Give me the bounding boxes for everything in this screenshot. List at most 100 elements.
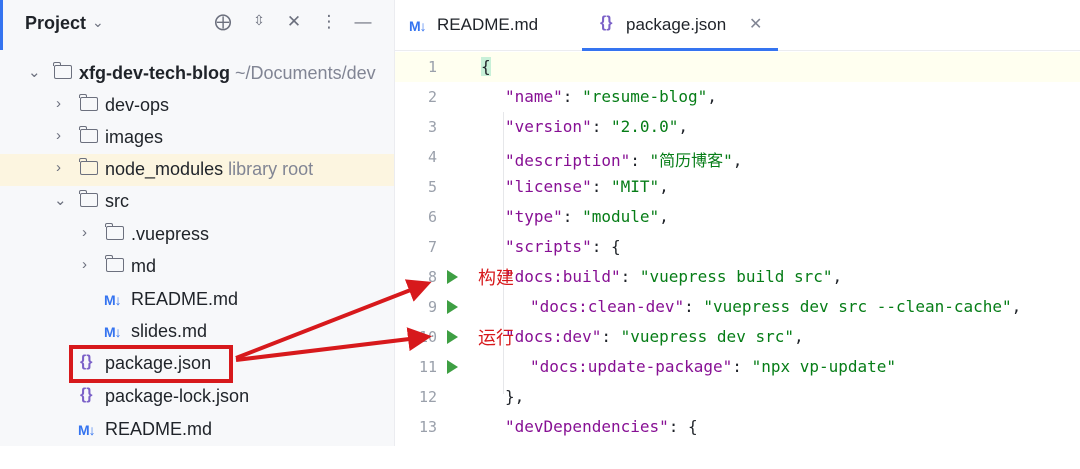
tree-item-md[interactable]: › md bbox=[0, 251, 394, 283]
run-script-icon[interactable] bbox=[447, 270, 458, 284]
code-line[interactable]: 7 "scripts": { bbox=[395, 232, 1080, 262]
chevron-right-icon[interactable]: › bbox=[56, 127, 61, 144]
json-key: "license" bbox=[505, 177, 592, 196]
tree-item-images[interactable]: › images bbox=[0, 122, 394, 154]
project-panel: Project ⌄ ⨁ ⇳ ✕ ⋮ — ⌄ xfg-dev-tech-blog … bbox=[0, 0, 394, 446]
code-brace: { bbox=[481, 57, 491, 76]
json-key: "docs:build" bbox=[505, 267, 621, 286]
tab-readme[interactable]: M↓ README.md bbox=[409, 0, 569, 50]
json-value: "2.0.0" bbox=[610, 117, 679, 136]
tree-item-label: src bbox=[105, 191, 129, 211]
line-number: 12 bbox=[418, 388, 437, 406]
line-number: 11 bbox=[418, 358, 437, 376]
json-key: "name" bbox=[505, 87, 563, 106]
folder-icon bbox=[79, 190, 98, 207]
tree-item-label: README.md bbox=[131, 289, 239, 309]
tree-item-label: .vuepress bbox=[131, 224, 210, 244]
code-line[interactable]: 5 "license": "MIT", bbox=[395, 172, 1080, 202]
code-line[interactable]: 2 "name": "resume-blog", bbox=[395, 82, 1080, 112]
code-line[interactable]: 3 "version": "2.0.0", bbox=[395, 112, 1080, 142]
chevron-down-icon[interactable]: ⌄ bbox=[28, 63, 41, 81]
chevron-down-icon[interactable]: ⌄ bbox=[92, 14, 104, 31]
tree-item-readme-root[interactable]: M↓ README.md bbox=[0, 414, 394, 446]
folder-icon bbox=[79, 94, 98, 111]
close-icon[interactable]: ✕ bbox=[749, 14, 762, 34]
tree-item-label: images bbox=[105, 127, 164, 147]
line-number: 2 bbox=[427, 88, 437, 106]
run-script-icon[interactable] bbox=[447, 360, 458, 374]
line-number: 5 bbox=[427, 178, 437, 196]
tree-item-src[interactable]: ⌄ src bbox=[0, 186, 394, 218]
folder-icon bbox=[79, 158, 98, 175]
locate-icon[interactable]: ⨁ bbox=[212, 12, 234, 32]
code-line[interactable]: 9 "docs:clean-dev": "vuepress dev src --… bbox=[395, 292, 1080, 322]
tree-item-label: README.md bbox=[105, 419, 213, 439]
tree-item-readme-src[interactable]: M↓ README.md bbox=[0, 284, 394, 316]
json-key: "docs:update-package" bbox=[530, 357, 733, 376]
more-options-icon[interactable]: ⋮ bbox=[318, 12, 340, 32]
json-key: "docs:clean-dev" bbox=[530, 297, 685, 316]
code-line[interactable]: 1 { bbox=[395, 52, 1080, 82]
editor-tab-bar: M↓ README.md {} package.json ✕ bbox=[395, 0, 1080, 51]
chevron-right-icon[interactable]: › bbox=[56, 159, 61, 176]
chevron-right-icon[interactable]: › bbox=[82, 224, 87, 241]
code-line[interactable]: 12 }, bbox=[395, 382, 1080, 412]
tree-item-dev-ops[interactable]: › dev-ops bbox=[0, 90, 394, 122]
json-braces-icon: {} bbox=[80, 386, 93, 403]
tree-item-package-lock[interactable]: {} package-lock.json bbox=[0, 381, 394, 413]
tree-item-label: dev-ops bbox=[105, 95, 170, 115]
tree-item-slides[interactable]: M↓ slides.md bbox=[0, 316, 394, 348]
chevron-down-icon[interactable]: ⌄ bbox=[54, 191, 67, 209]
code-line[interactable]: 13 "devDependencies": { bbox=[395, 412, 1080, 442]
json-key: "devDependencies" bbox=[505, 417, 669, 436]
tree-item-hint: ~/Documents/dev bbox=[235, 63, 376, 83]
run-script-icon[interactable] bbox=[447, 330, 458, 344]
json-value: "简历博客" bbox=[649, 151, 733, 170]
json-value: "vuepress dev src --clean-cache" bbox=[703, 297, 1012, 316]
minimize-icon[interactable]: — bbox=[352, 12, 374, 32]
collapse-all-icon[interactable]: ✕ bbox=[283, 12, 305, 32]
json-braces-icon: {} bbox=[600, 14, 613, 31]
line-number: 3 bbox=[427, 118, 437, 136]
markdown-icon: M↓ bbox=[104, 292, 122, 308]
expand-collapse-icon[interactable]: ⇳ bbox=[248, 12, 270, 29]
tree-item-label: node_modules bbox=[105, 159, 224, 179]
line-number: 4 bbox=[427, 148, 437, 166]
folder-icon bbox=[53, 62, 72, 79]
line-number: 8 bbox=[427, 268, 437, 286]
annotation-run: 运行 bbox=[478, 328, 514, 349]
highlight-box bbox=[69, 345, 233, 383]
tree-item-label: package-lock.json bbox=[105, 386, 250, 406]
line-number: 7 bbox=[427, 238, 437, 256]
tree-item-label: xfg-dev-tech-blog bbox=[79, 63, 230, 83]
tree-item-label: slides.md bbox=[131, 321, 208, 341]
markdown-icon: M↓ bbox=[104, 324, 122, 340]
tab-package-json[interactable]: {} package.json ✕ bbox=[582, 0, 778, 51]
tree-item-label: md bbox=[131, 256, 157, 276]
line-number: 13 bbox=[418, 418, 437, 436]
json-key: "version" bbox=[505, 117, 592, 136]
code-line[interactable]: 6 "type": "module", bbox=[395, 202, 1080, 232]
json-value: "vuepress dev src" bbox=[620, 327, 794, 346]
json-key: "type" bbox=[505, 207, 563, 226]
code-line[interactable]: 11 "docs:update-package": "npx vp-update… bbox=[395, 352, 1080, 382]
tab-label: README.md bbox=[437, 15, 539, 34]
tab-label: package.json bbox=[626, 15, 727, 34]
tree-item-hint: library root bbox=[228, 159, 314, 179]
code-line[interactable]: 4 "description": "简历博客", bbox=[395, 142, 1080, 172]
run-script-icon[interactable] bbox=[447, 300, 458, 314]
line-number: 10 bbox=[418, 328, 437, 346]
chevron-right-icon[interactable]: › bbox=[56, 95, 61, 112]
json-value: "npx vp-update" bbox=[751, 357, 897, 376]
folder-icon bbox=[79, 126, 98, 143]
project-panel-title[interactable]: Project bbox=[25, 13, 86, 34]
tree-item-vuepress[interactable]: › .vuepress bbox=[0, 219, 394, 251]
line-number: 6 bbox=[427, 208, 437, 226]
tree-item-node-modules[interactable]: › node_modules library root bbox=[0, 154, 394, 186]
folder-icon bbox=[105, 255, 124, 272]
json-key: "docs:dev" bbox=[505, 327, 602, 346]
markdown-icon: M↓ bbox=[409, 18, 427, 34]
tree-item-root[interactable]: ⌄ xfg-dev-tech-blog ~/Documents/dev bbox=[0, 58, 394, 90]
code-brace: }, bbox=[505, 387, 525, 406]
chevron-right-icon[interactable]: › bbox=[82, 256, 87, 273]
